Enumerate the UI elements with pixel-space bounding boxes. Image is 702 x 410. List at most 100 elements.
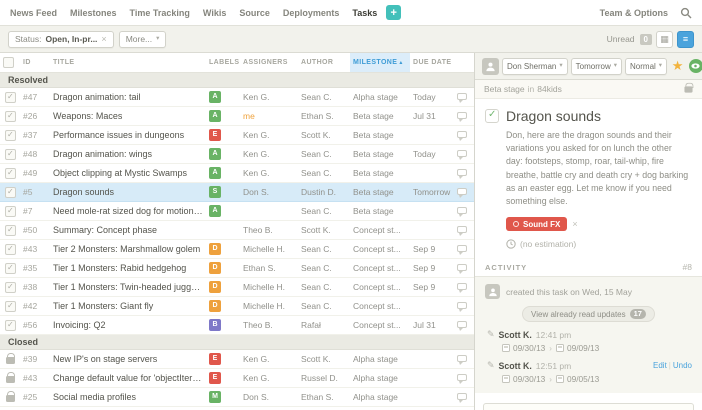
task-row[interactable]: #43 Tier 2 Monsters: Marshmallow golem D… bbox=[0, 240, 474, 259]
task-checkbox[interactable] bbox=[5, 282, 16, 293]
nav-team-options[interactable]: Team & Options bbox=[600, 8, 668, 18]
remove-tag-icon[interactable]: × bbox=[572, 219, 577, 229]
task-row[interactable]: #25 Social media profiles M Don S. Ethan… bbox=[0, 388, 474, 407]
task-row[interactable]: #49 Object clipping at Mystic Swamps A K… bbox=[0, 164, 474, 183]
comment-icon[interactable] bbox=[457, 131, 467, 138]
nav-deployments[interactable]: Deployments bbox=[283, 8, 340, 18]
task-title[interactable]: Change default value for 'objectIterator… bbox=[50, 369, 206, 388]
task-row[interactable]: #48 Dragon animation: wings A Ken G. Sea… bbox=[0, 145, 474, 164]
nav-time-tracking[interactable]: Time Tracking bbox=[130, 8, 190, 18]
task-row[interactable]: #38 Tier 1 Monsters: Twin-headed juggern… bbox=[0, 278, 474, 297]
task-row[interactable]: #50 Summary: Concept phase Theo B. Scott… bbox=[0, 221, 474, 240]
edit-link[interactable]: Edit bbox=[653, 361, 667, 370]
comment-icon[interactable] bbox=[457, 188, 467, 195]
task-row[interactable]: #47 Dragon animation: tail A Ken G. Sean… bbox=[0, 88, 474, 107]
priority-dropdown[interactable]: Normal▾ bbox=[625, 58, 667, 75]
task-title[interactable]: Social media profiles bbox=[50, 388, 206, 407]
more-filters-dropdown[interactable]: More... ▾ bbox=[119, 31, 167, 48]
estimation-row[interactable]: (no estimation) bbox=[506, 239, 690, 249]
task-title[interactable]: Dragon sounds bbox=[50, 183, 206, 202]
task-row[interactable]: #7 Need mole-rat sized dog for motion ca… bbox=[0, 202, 474, 221]
column-header-author[interactable]: AUTHOR bbox=[298, 53, 350, 73]
task-row[interactable]: #43 Change default value for 'objectIter… bbox=[0, 369, 474, 388]
task-checkbox[interactable] bbox=[5, 225, 16, 236]
resolve-checkbox[interactable] bbox=[485, 109, 499, 123]
quick-actions-bar[interactable]: Click here to Update, Set as Close, Reop… bbox=[483, 403, 694, 410]
task-row[interactable]: #42 Tier 1 Monsters: Giant fly D Michell… bbox=[0, 297, 474, 316]
task-checkbox[interactable] bbox=[5, 168, 16, 179]
task-row-selected[interactable]: #5 Dragon sounds S Don S. Dustin D. Beta… bbox=[0, 183, 474, 202]
task-checkbox[interactable] bbox=[5, 149, 16, 160]
nav-milestones[interactable]: Milestones bbox=[70, 8, 117, 18]
nav-news-feed[interactable]: News Feed bbox=[10, 8, 57, 18]
watchers-button[interactable] bbox=[688, 57, 702, 75]
column-header-assigners[interactable]: ASSIGNERS bbox=[240, 53, 298, 73]
task-title[interactable]: Tier 2 Monsters: Marshmallow golem bbox=[50, 240, 206, 259]
assignee-dropdown[interactable]: Don Sherman▾ bbox=[502, 58, 568, 75]
search-icon[interactable] bbox=[680, 7, 692, 19]
nav-source[interactable]: Source bbox=[239, 8, 270, 18]
column-header-id[interactable]: ID bbox=[20, 53, 50, 73]
list-view-button[interactable]: ≡ bbox=[677, 31, 694, 48]
view-read-updates-button[interactable]: View already read updates 17 bbox=[522, 306, 655, 322]
comment-icon[interactable] bbox=[457, 393, 467, 400]
comment-icon[interactable] bbox=[457, 112, 467, 119]
comment-icon[interactable] bbox=[457, 93, 467, 100]
comment-icon[interactable] bbox=[457, 321, 467, 328]
due-date-dropdown[interactable]: Tomorrow▾ bbox=[571, 58, 622, 75]
task-title[interactable]: Object clipping at Mystic Swamps bbox=[50, 164, 206, 183]
section-header-closed[interactable]: Closed bbox=[0, 335, 474, 350]
task-checkbox[interactable] bbox=[5, 301, 16, 312]
task-row[interactable]: #56 Invoicing: Q2 B Theo B. Rafał Concep… bbox=[0, 316, 474, 335]
task-title[interactable]: Performance issues in dungeons bbox=[50, 126, 206, 145]
comment-icon[interactable] bbox=[457, 207, 467, 214]
comment-icon[interactable] bbox=[457, 245, 467, 252]
breadcrumb-project[interactable]: 84kids bbox=[537, 84, 562, 94]
select-all-checkbox[interactable] bbox=[3, 57, 14, 68]
nav-wikis[interactable]: Wikis bbox=[203, 8, 226, 18]
column-header-milestone[interactable]: MILESTONE▴ bbox=[350, 53, 410, 73]
task-title[interactable]: Tier 1 Monsters: Twin-headed juggernaut … bbox=[50, 278, 206, 297]
status-filter-dropdown[interactable]: Status: Open, In-pr... × bbox=[8, 31, 114, 48]
tag-chip[interactable]: Sound FX bbox=[506, 217, 567, 231]
task-title[interactable]: Summary: Concept phase bbox=[50, 221, 206, 240]
task-title[interactable]: Tier 1 Monsters: Rabid hedgehog bbox=[50, 259, 206, 278]
breadcrumb-milestone[interactable]: Beta stage bbox=[484, 84, 525, 94]
grid-view-button[interactable]: ▦ bbox=[656, 31, 673, 48]
task-title[interactable]: Invoicing: Q2 bbox=[50, 316, 206, 335]
task-title[interactable]: New IP's on stage servers bbox=[50, 350, 206, 369]
task-checkbox[interactable] bbox=[5, 187, 16, 198]
column-header-title[interactable]: TITLE bbox=[50, 53, 206, 73]
task-row[interactable]: #37 Performance issues in dungeons E Ken… bbox=[0, 126, 474, 145]
comment-icon[interactable] bbox=[457, 302, 467, 309]
task-checkbox[interactable] bbox=[5, 263, 16, 274]
task-checkbox[interactable] bbox=[5, 92, 16, 103]
task-row[interactable]: #39 New IP's on stage servers E Ken G. S… bbox=[0, 350, 474, 369]
task-row[interactable]: #26 Weapons: Maces A me Ethan S. Beta st… bbox=[0, 107, 474, 126]
task-title[interactable]: Weapons: Maces bbox=[50, 107, 206, 126]
undo-link[interactable]: Undo bbox=[673, 361, 692, 370]
task-title[interactable]: Dragon animation: wings bbox=[50, 145, 206, 164]
comment-icon[interactable] bbox=[457, 283, 467, 290]
task-checkbox[interactable] bbox=[5, 244, 16, 255]
section-header-resolved[interactable]: Resolved bbox=[0, 73, 474, 88]
task-checkbox[interactable] bbox=[5, 130, 16, 141]
task-title[interactable]: Need mole-rat sized dog for motion captu… bbox=[50, 202, 206, 221]
nav-tasks[interactable]: Tasks bbox=[352, 8, 377, 18]
unread-count-badge[interactable]: 0 bbox=[640, 34, 652, 45]
column-header-labels[interactable]: LABELS bbox=[206, 53, 240, 73]
comment-icon[interactable] bbox=[457, 150, 467, 157]
task-checkbox[interactable] bbox=[5, 111, 16, 122]
comment-icon[interactable] bbox=[457, 226, 467, 233]
star-button[interactable]: ★ bbox=[670, 57, 685, 75]
clear-filter-icon[interactable]: × bbox=[101, 35, 106, 44]
add-task-button[interactable]: + bbox=[386, 5, 401, 20]
comment-icon[interactable] bbox=[457, 355, 467, 362]
task-row[interactable]: #12 Loading screens get pixelated at hig… bbox=[0, 407, 474, 410]
task-title[interactable]: Loading screens get pixelated at higher … bbox=[50, 407, 206, 410]
assignee-avatar[interactable] bbox=[482, 58, 499, 75]
task-checkbox[interactable] bbox=[5, 206, 16, 217]
task-checkbox[interactable] bbox=[5, 320, 16, 331]
task-title[interactable]: Tier 1 Monsters: Giant fly bbox=[50, 297, 206, 316]
task-row[interactable]: #35 Tier 1 Monsters: Rabid hedgehog D Et… bbox=[0, 259, 474, 278]
